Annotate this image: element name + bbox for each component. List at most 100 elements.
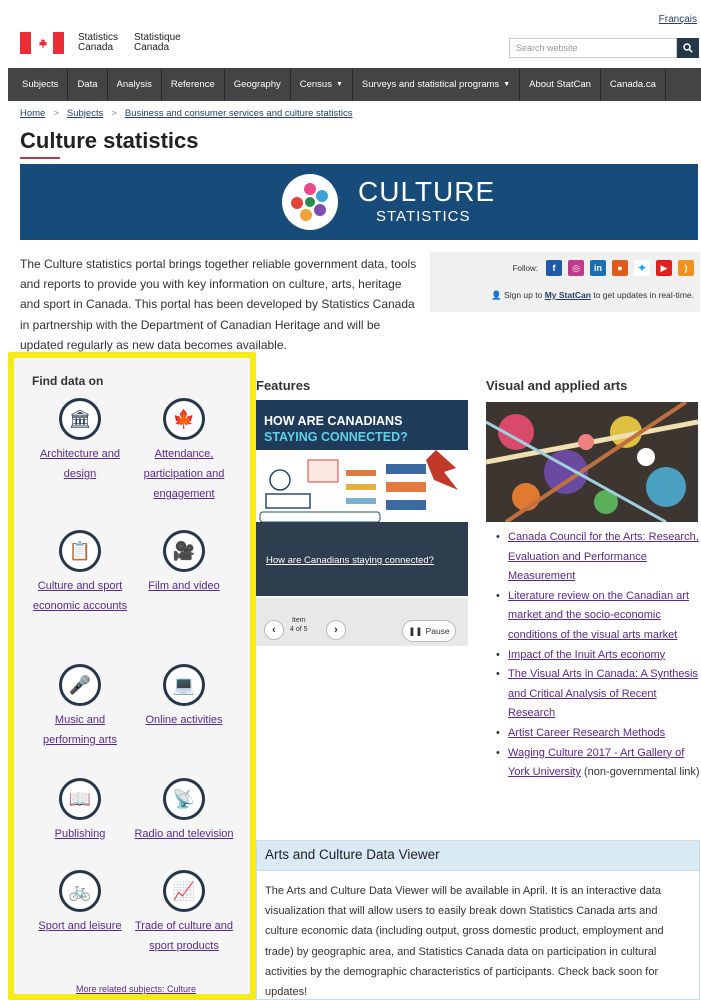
find-data-panel: Find data on 🏛 Architecture and design 🍁…	[8, 352, 256, 1000]
twitter-icon[interactable]: ✦	[634, 260, 650, 276]
search-icon	[683, 43, 693, 53]
facebook-icon[interactable]: f	[546, 260, 562, 276]
subject-sport-leisure[interactable]: 🚲 Sport and leisure	[30, 870, 130, 936]
list-item: Literature review on the Canadian art ma…	[492, 587, 700, 646]
youtube-icon[interactable]: ▶	[656, 260, 672, 276]
search-input[interactable]: Search website	[509, 38, 677, 58]
linkedin-icon[interactable]: in	[590, 260, 606, 276]
subject-label[interactable]: Film and video	[134, 576, 234, 596]
visual-arts-links: Canada Council for the Arts: Research, E…	[492, 528, 700, 783]
menu-analysis[interactable]: Analysis	[108, 68, 162, 101]
user-icon: 👤	[491, 290, 502, 300]
banner-culture-text: CULTURE	[358, 176, 496, 207]
infographic-headline-2: STAYING CONNECTED?	[264, 430, 408, 444]
trade-chart-icon: 📈	[163, 870, 205, 912]
pause-icon: ❚❚	[408, 625, 423, 636]
art-supplies-image	[486, 402, 698, 522]
visual-arts-link[interactable]: Impact of the Inuit Arts economy	[508, 649, 665, 661]
instagram-icon[interactable]: ◎	[568, 260, 584, 276]
culture-statistics-banner: CULTURE STATISTICS	[20, 164, 698, 240]
menu-about-statcan[interactable]: About StatCan	[520, 68, 601, 101]
feature-infographic-image[interactable]: HOW ARE CANADIANS STAYING CONNECTED?	[256, 400, 468, 522]
subject-label[interactable]: Architecture and design	[30, 444, 130, 484]
more-related-subjects-link[interactable]: More related subjects: Culture	[76, 984, 196, 994]
statcan-brand[interactable]: Statistics Canada Statistique Canada	[20, 32, 181, 54]
search-button[interactable]	[677, 38, 699, 58]
infographic-headline-1: HOW ARE CANADIANS	[264, 414, 403, 428]
visual-arts-link[interactable]: The Visual Arts in Canada: A Synthesis a…	[508, 668, 698, 719]
signup-text: 👤 Sign up to My StatCan to get updates i…	[491, 290, 694, 300]
follow-label: Follow:	[512, 263, 538, 273]
visual-arts-heading: Visual and applied arts	[486, 378, 628, 393]
book-icon: 📖	[59, 778, 101, 820]
visual-arts-link[interactable]: Literature review on the Canadian art ma…	[508, 590, 689, 641]
feature-link[interactable]: How are Canadians staying connected?	[266, 555, 434, 566]
menu-reference[interactable]: Reference	[162, 68, 225, 101]
breadcrumb-home[interactable]: Home	[20, 108, 45, 119]
subject-music-performing-arts[interactable]: 🎤 Music and performing arts	[30, 664, 130, 750]
subject-economic-accounts[interactable]: 📋 Culture and sport economic accounts	[30, 530, 130, 616]
data-viewer-text: The Arts and Culture Data Viewer will be…	[265, 885, 664, 999]
caret-down-icon: ▼	[335, 81, 343, 88]
subject-label[interactable]: Culture and sport economic accounts	[30, 576, 130, 616]
title-underline	[20, 157, 60, 159]
breadcrumb-current[interactable]: Business and consumer services and cultu…	[125, 108, 353, 119]
museum-icon: 🏛	[59, 398, 101, 440]
list-item: Artist Career Research Methods	[492, 724, 700, 744]
subject-publishing[interactable]: 📖 Publishing	[30, 778, 130, 844]
breadcrumb-subjects[interactable]: Subjects	[67, 108, 103, 119]
visual-arts-link[interactable]: Artist Career Research Methods	[508, 727, 665, 739]
non-governmental-note: (non-governmental link)	[580, 766, 700, 779]
brand-name-french: Statistique Canada	[134, 32, 181, 53]
reddit-icon[interactable]: ●	[612, 260, 628, 276]
list-item: Waging Culture 2017 - Art Gallery of Yor…	[492, 744, 700, 783]
language-toggle-link[interactable]: Français	[659, 14, 697, 25]
next-button[interactable]: ›	[326, 620, 346, 640]
subject-label[interactable]: Publishing	[30, 824, 130, 844]
subject-label[interactable]: Radio and television	[134, 824, 234, 844]
cyclist-icon: 🚲	[59, 870, 101, 912]
pause-button[interactable]: ❚❚ Pause	[402, 620, 456, 642]
menu-census[interactable]: Census ▼	[291, 68, 353, 101]
visual-arts-link[interactable]: Canada Council for the Arts: Research, E…	[508, 531, 699, 582]
culture-logo-icon	[282, 174, 338, 230]
menu-surveys[interactable]: Surveys and statistical programs ▼	[353, 68, 521, 101]
subject-label[interactable]: Trade of culture and sport products	[134, 916, 234, 956]
page-title: Culture statistics	[20, 128, 199, 153]
subject-attendance[interactable]: 🍁 Attendance, participation and engageme…	[134, 398, 234, 504]
rss-icon[interactable]: )	[678, 260, 694, 276]
main-menu: Subjects Data Analysis Reference Geograp…	[8, 68, 701, 101]
film-camera-icon: 🎥	[163, 530, 205, 572]
feature-caption-panel: How are Canadians staying connected?	[256, 522, 468, 596]
chevron-right-icon: ›	[334, 624, 338, 636]
menu-subjects[interactable]: Subjects	[8, 68, 69, 101]
menu-canada-ca[interactable]: Canada.ca	[601, 68, 666, 101]
canada-flag-icon	[20, 32, 64, 54]
subject-trade[interactable]: 📈 Trade of culture and sport products	[134, 870, 234, 956]
subject-film-video[interactable]: 🎥 Film and video	[134, 530, 234, 596]
performer-icon: 🎤	[59, 664, 101, 706]
subject-architecture[interactable]: 🏛 Architecture and design	[30, 398, 130, 484]
intro-paragraph: The Culture statistics portal brings tog…	[20, 257, 417, 352]
subject-radio-television[interactable]: 📡 Radio and television	[134, 778, 234, 844]
subject-label[interactable]: Online activities	[134, 710, 234, 730]
follow-panel: Follow: f ◎ in ● ✦ ▶ ) 👤 Sign up to My S…	[430, 252, 700, 312]
list-item: Impact of the Inuit Arts economy	[492, 646, 700, 666]
my-statcan-link[interactable]: My StatCan	[545, 290, 591, 300]
previous-button[interactable]: ‹	[264, 620, 284, 640]
find-data-title: Find data on	[32, 374, 104, 388]
list-item: Canada Council for the Arts: Research, E…	[492, 528, 700, 587]
subject-label[interactable]: Music and performing arts	[30, 710, 130, 750]
data-viewer-panel: Arts and Culture Data Viewer The Arts an…	[256, 840, 700, 1000]
brand-name-english: Statistics Canada	[78, 32, 119, 53]
features-heading: Features	[256, 378, 311, 393]
list-item: The Visual Arts in Canada: A Synthesis a…	[492, 665, 700, 724]
accounts-icon: 📋	[59, 530, 101, 572]
menu-data[interactable]: Data	[68, 68, 108, 101]
subject-label[interactable]: Sport and leisure	[30, 916, 130, 936]
subject-online-activities[interactable]: 💻 Online activities	[134, 664, 234, 730]
carousel-controls: ‹ Item 4 of 5 › ❚❚ Pause	[256, 598, 468, 646]
menu-geography[interactable]: Geography	[225, 68, 291, 101]
subject-label[interactable]: Attendance, participation and engagement	[134, 444, 234, 504]
data-viewer-title: Arts and Culture Data Viewer	[257, 841, 699, 871]
